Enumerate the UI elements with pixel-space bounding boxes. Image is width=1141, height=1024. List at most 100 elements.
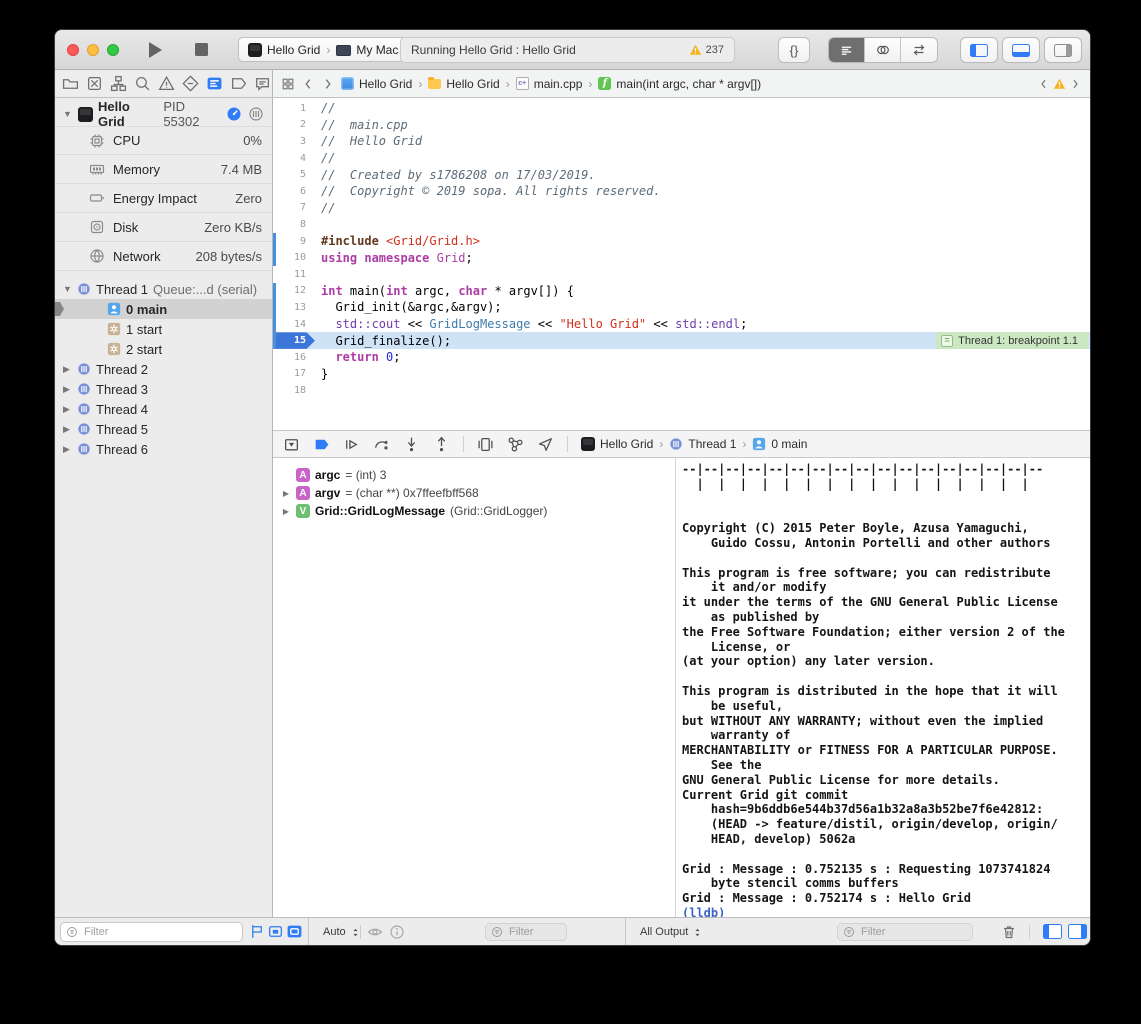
- breakpoint-annotation[interactable]: =Thread 1: breakpoint 1.1: [936, 332, 1088, 349]
- filter-input[interactable]: [859, 925, 967, 939]
- standard-editor-button[interactable]: [829, 38, 865, 62]
- disclosure-triangle-icon[interactable]: ▶: [63, 384, 73, 395]
- variable-row[interactable]: ▶VGrid::GridLogMessage (Grid::GridLogger…: [273, 502, 675, 520]
- disclosure-triangle-icon[interactable]: ▶: [281, 507, 291, 516]
- disclosure-triangle-icon[interactable]: ▶: [63, 424, 73, 435]
- toggle-debug-area-button[interactable]: [1002, 37, 1040, 63]
- jump-bar-item[interactable]: Hello Grid: [428, 77, 499, 91]
- code-line[interactable]: 16 return 0;: [273, 349, 1090, 366]
- gauge-row-cpu[interactable]: CPU0%: [55, 126, 272, 155]
- line-number[interactable]: 11: [273, 269, 315, 280]
- gauge-row-energy-impact[interactable]: Energy ImpactZero: [55, 184, 272, 213]
- code-line[interactable]: 3// Hello Grid: [273, 133, 1090, 150]
- line-number[interactable]: 12: [273, 285, 315, 296]
- stack-frame-row[interactable]: 2 start: [55, 339, 272, 359]
- filter-input[interactable]: [507, 925, 561, 939]
- line-number[interactable]: 14: [273, 319, 315, 330]
- stack-frame-row[interactable]: 1 start: [55, 319, 272, 339]
- disclosure-triangle-icon[interactable]: ▼: [63, 109, 73, 119]
- thread-row[interactable]: ▶Thread 5: [55, 419, 272, 439]
- forward-icon[interactable]: [321, 77, 335, 91]
- toggle-inspector-button[interactable]: [1044, 37, 1082, 63]
- test-navigator-icon[interactable]: [182, 75, 199, 92]
- code-line[interactable]: 2// main.cpp: [273, 117, 1090, 134]
- gauges-view-icon[interactable]: [226, 106, 242, 122]
- code-line[interactable]: 18: [273, 382, 1090, 399]
- source-editor[interactable]: 1//2// main.cpp3// Hello Grid4//5// Crea…: [273, 98, 1090, 430]
- line-number[interactable]: 5: [273, 169, 315, 180]
- source-control-navigator-icon[interactable]: [86, 75, 103, 92]
- related-items-icon[interactable]: [281, 77, 295, 91]
- quicklook-eye-icon[interactable]: [367, 924, 383, 940]
- disclosure-triangle-icon[interactable]: ▼: [63, 284, 73, 294]
- scope-selected-icon[interactable]: [286, 923, 303, 940]
- line-number[interactable]: 7: [273, 202, 315, 213]
- line-number[interactable]: 3: [273, 136, 315, 147]
- code-line[interactable]: 9#include <Grid/Grid.h>: [273, 233, 1090, 250]
- filter-input[interactable]: [82, 925, 237, 939]
- line-number[interactable]: 13: [273, 302, 315, 313]
- continue-icon[interactable]: [343, 436, 360, 453]
- thread-row[interactable]: ▼Thread 1 Queue:...d (serial): [55, 279, 272, 299]
- thread-row[interactable]: ▶Thread 6: [55, 439, 272, 459]
- code-line[interactable]: 10using namespace Grid;: [273, 249, 1090, 266]
- line-number[interactable]: 8: [273, 219, 315, 230]
- code-line[interactable]: 7//: [273, 200, 1090, 217]
- back-icon[interactable]: [301, 77, 315, 91]
- code-snippets-button[interactable]: {}: [778, 37, 810, 63]
- report-navigator-icon[interactable]: [254, 75, 271, 92]
- breakpoints-toggle-icon[interactable]: [313, 436, 330, 453]
- line-number[interactable]: 10: [273, 252, 315, 263]
- assistant-editor-button[interactable]: [865, 38, 901, 62]
- code-line[interactable]: 14 std::cout << GridLogMessage << "Hello…: [273, 316, 1090, 333]
- issue-navigator-icon[interactable]: [158, 75, 175, 92]
- project-navigator-icon[interactable]: [62, 75, 79, 92]
- variables-filter-field[interactable]: [485, 923, 567, 941]
- thread-row[interactable]: ▶Thread 3: [55, 379, 272, 399]
- code-line[interactable]: 6// Copyright © 2019 sopa. All rights re…: [273, 183, 1090, 200]
- activity-status[interactable]: Running Hello Grid : Hello Grid 237: [400, 37, 735, 63]
- info-icon[interactable]: [389, 924, 405, 940]
- clear-console-trash-icon[interactable]: [1001, 924, 1017, 940]
- code-line[interactable]: 15 Grid_finalize();=Thread 1: breakpoint…: [273, 332, 1090, 349]
- run-button[interactable]: [149, 42, 162, 58]
- hide-debug-area-icon[interactable]: [283, 436, 300, 453]
- disclosure-triangle-icon[interactable]: ▶: [63, 404, 73, 415]
- code-line[interactable]: 13 Grid_init(&argc,&argv);: [273, 299, 1090, 316]
- breakpoint-marker-icon[interactable]: 15: [273, 332, 315, 349]
- disclosure-triangle-icon[interactable]: ▶: [63, 364, 73, 375]
- code-line[interactable]: 4//: [273, 150, 1090, 167]
- line-number[interactable]: 18: [273, 385, 315, 396]
- jump-bar-item[interactable]: c+main.cpp: [516, 77, 583, 91]
- console-filter-field[interactable]: [837, 923, 973, 941]
- close-button[interactable]: [67, 44, 79, 56]
- jump-bar-item[interactable]: Hello Grid: [341, 77, 412, 91]
- toggle-variables-view-button[interactable]: [1043, 924, 1062, 939]
- line-number[interactable]: 9: [273, 236, 315, 247]
- code-line[interactable]: 8: [273, 216, 1090, 233]
- line-number[interactable]: 4: [273, 153, 315, 164]
- stack-frame-row[interactable]: 0 main: [55, 299, 272, 319]
- jump-bar-item[interactable]: fmain(int argc, char * argv[]): [598, 77, 761, 91]
- step-out-icon[interactable]: [433, 436, 450, 453]
- warning-badge[interactable]: 237: [689, 44, 724, 56]
- scope-flag-icon[interactable]: [248, 923, 265, 940]
- variable-row[interactable]: Aargc = (int) 3: [273, 466, 675, 484]
- breakpoint-navigator-icon[interactable]: [230, 75, 247, 92]
- scheme-selector[interactable]: Hello Grid › My Mac: [238, 37, 408, 62]
- view-hierarchy-icon[interactable]: [477, 436, 494, 453]
- stop-button[interactable]: [195, 43, 208, 56]
- minimize-button[interactable]: [87, 44, 99, 56]
- code-line[interactable]: 1//: [273, 100, 1090, 117]
- code-line[interactable]: 17}: [273, 366, 1090, 383]
- threads-view-icon[interactable]: [248, 106, 264, 122]
- previous-issue-icon[interactable]: [1037, 78, 1050, 90]
- next-issue-icon[interactable]: [1069, 78, 1082, 90]
- toggle-console-button[interactable]: [1068, 924, 1087, 939]
- version-editor-button[interactable]: [901, 38, 937, 62]
- thread-row[interactable]: ▶Thread 2: [55, 359, 272, 379]
- find-navigator-icon[interactable]: [134, 75, 151, 92]
- gauge-row-network[interactable]: Network208 bytes/s: [55, 242, 272, 271]
- issue-warning-icon[interactable]: [1053, 78, 1066, 90]
- simulate-location-icon[interactable]: [537, 436, 554, 453]
